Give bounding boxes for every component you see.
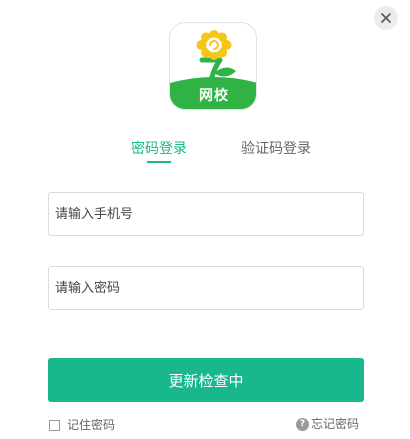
help-icon: ? bbox=[296, 417, 309, 431]
phone-input[interactable] bbox=[49, 193, 363, 235]
phone-field bbox=[48, 192, 364, 236]
update-check-button[interactable]: 更新检查中 bbox=[48, 358, 364, 402]
remember-password[interactable]: 记住密码 bbox=[49, 417, 115, 433]
forgot-password-link[interactable]: ? 忘记密码 bbox=[296, 416, 359, 432]
forgot-password-label: 忘记密码 bbox=[311, 417, 360, 431]
remember-password-checkbox[interactable] bbox=[49, 419, 60, 431]
close-button[interactable] bbox=[374, 6, 398, 30]
tab-password-login[interactable]: 密码登录 bbox=[131, 140, 187, 158]
remember-password-label: 记住密码 bbox=[67, 418, 116, 432]
active-tab-indicator bbox=[147, 161, 171, 163]
password-input[interactable] bbox=[49, 267, 363, 309]
close-icon bbox=[381, 13, 391, 23]
tab-sms-login[interactable]: 验证码登录 bbox=[241, 140, 311, 158]
password-field bbox=[48, 266, 364, 310]
app-logo: 网校 bbox=[169, 22, 257, 110]
logo-text: 网校 bbox=[199, 88, 229, 104]
